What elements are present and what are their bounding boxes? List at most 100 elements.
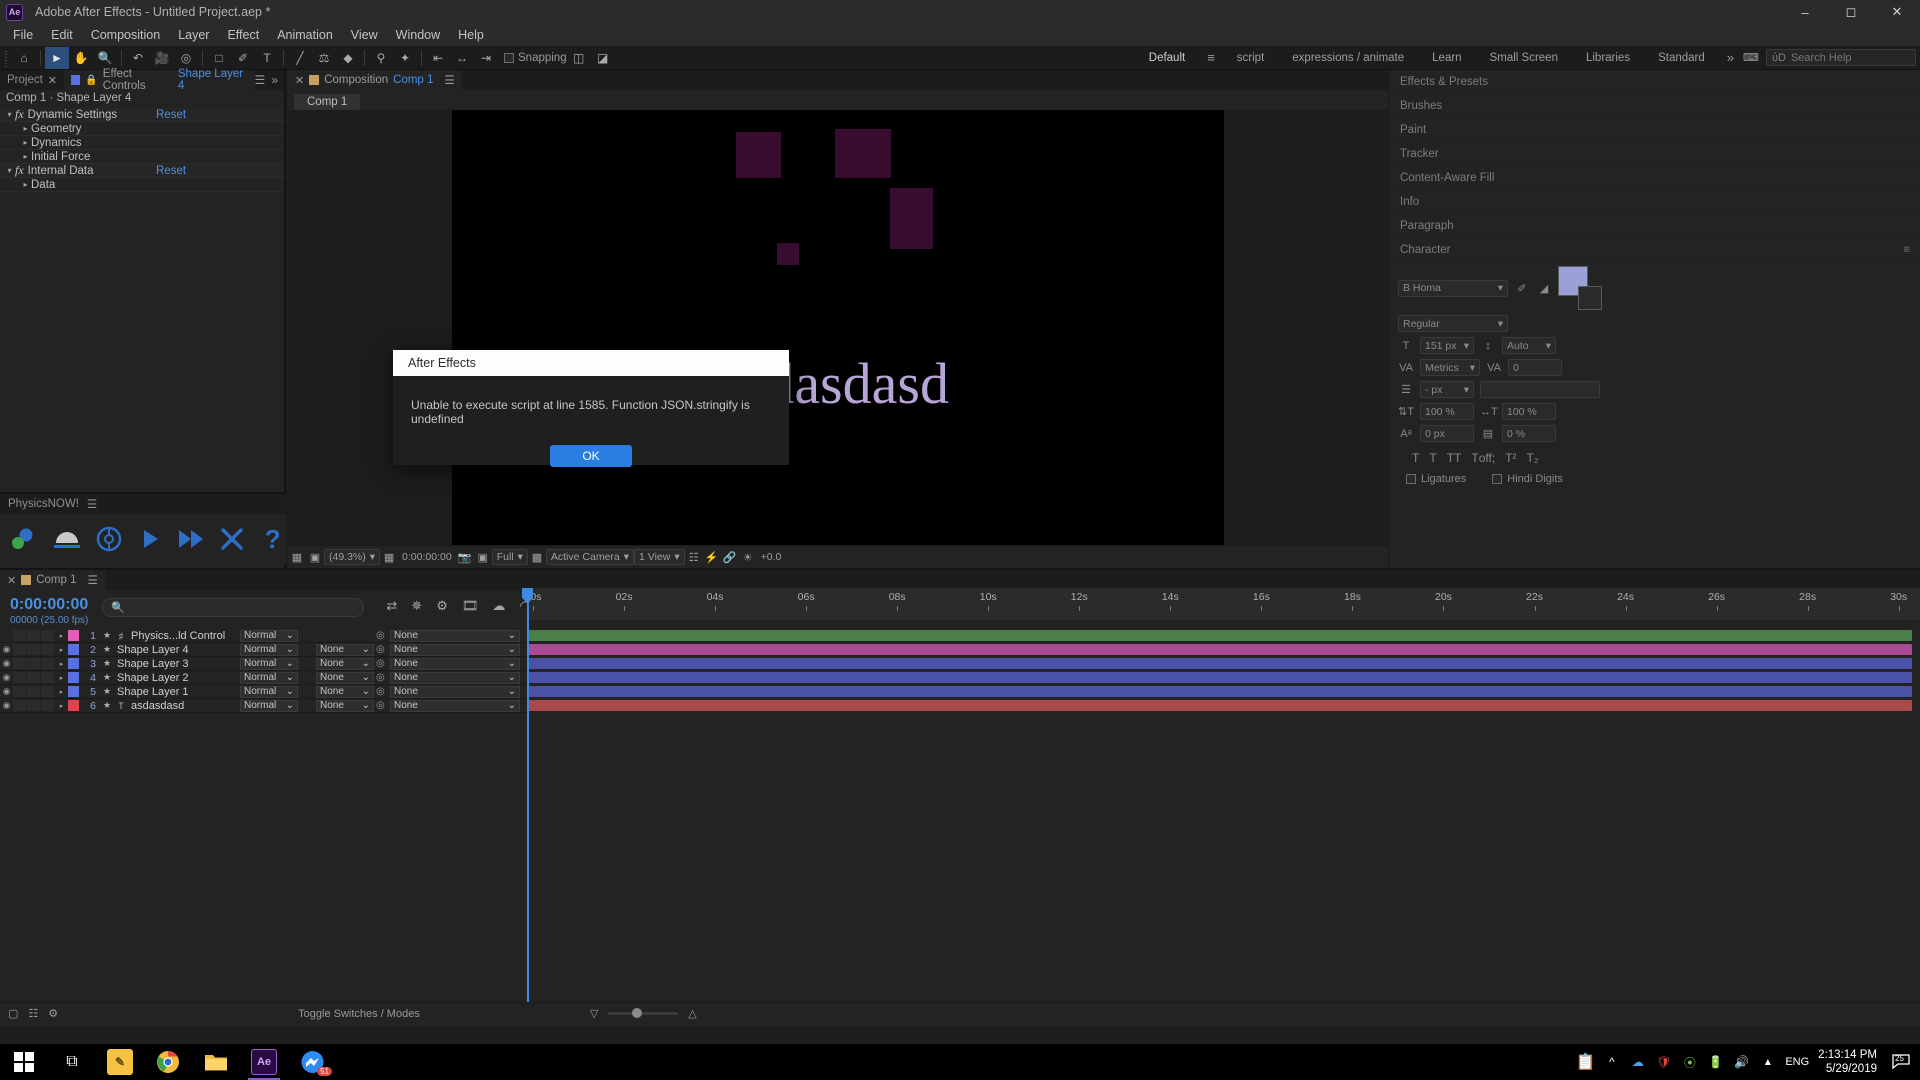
workspace-menu-icon[interactable]: ≡: [1199, 50, 1223, 65]
superscript-icon[interactable]: T²: [1505, 451, 1516, 465]
layer-name[interactable]: Shape Layer 2: [114, 672, 189, 684]
right-panel-info[interactable]: Info: [1390, 190, 1920, 214]
toggle-transparency-grid-icon[interactable]: ▦: [288, 548, 306, 566]
layer-parent-select[interactable]: None ⌄: [390, 686, 520, 698]
layer-duration-bar[interactable]: [527, 630, 1912, 641]
canvas-shape-layer[interactable]: [890, 188, 933, 249]
layer-mode-select[interactable]: Normal ⌄: [240, 700, 298, 712]
close-icon[interactable]: ✕: [295, 74, 304, 87]
table-row[interactable]: ◉ ▸ 6 ★ Tasdasdasd Normal ⌄ None ⌄ ◎ None ⌄: [0, 699, 527, 713]
chevron-down-icon[interactable]: ▾: [4, 110, 15, 119]
right-panel-effects-presets[interactable]: Effects & Presets: [1390, 70, 1920, 94]
font-size-field[interactable]: 151 px ▾: [1420, 337, 1474, 354]
right-panel-brushes[interactable]: Brushes: [1390, 94, 1920, 118]
timeline-link-icon[interactable]: 🔗: [721, 548, 739, 566]
table-row[interactable]: ◉ ▸ 4 ★ Shape Layer 2 Normal ⌄ None ⌄ ◎ None ⌄: [0, 671, 527, 685]
zoom-in-timeline-icon[interactable]: △: [688, 1007, 696, 1020]
layer-quality-icon[interactable]: ★: [100, 672, 114, 683]
parent-pickwhip-icon[interactable]: ◎: [376, 686, 385, 697]
timeline-time-display[interactable]: 0:00:00:00 00000 (25.00 fps): [0, 590, 88, 626]
shield-icon[interactable]: 🛡: [1655, 1054, 1672, 1071]
layer-name[interactable]: Physics...ld Control: [128, 630, 225, 642]
exposure-value[interactable]: +0.0: [757, 551, 786, 563]
layer-label-color[interactable]: [68, 686, 79, 697]
pixel-aspect-icon[interactable]: ☷: [685, 548, 703, 566]
chevron-right-icon[interactable]: ▸: [20, 138, 31, 147]
workspace-script[interactable]: script: [1223, 49, 1278, 67]
layer-mode-select[interactable]: Normal ⌄: [240, 658, 298, 670]
layer-mode-select[interactable]: Normal ⌄: [240, 644, 298, 656]
canvas-shape-layer[interactable]: [736, 132, 781, 178]
layer-audio-toggle[interactable]: [13, 658, 26, 669]
close-icon[interactable]: ✕: [48, 74, 57, 87]
right-panel-tracker[interactable]: Tracker: [1390, 142, 1920, 166]
grid-guides-icon[interactable]: ▦: [380, 548, 398, 566]
layer-visibility-icon[interactable]: ◉: [0, 644, 13, 655]
rotation-tool-icon[interactable]: ↶: [126, 47, 150, 69]
menu-item-file[interactable]: File: [4, 24, 42, 46]
layer-duration-bar[interactable]: [527, 700, 1912, 711]
zoom-level-select[interactable]: (49.3%) ▾: [324, 549, 380, 565]
comp-subtab-comp1[interactable]: Comp 1: [294, 94, 360, 110]
layer-visibility-icon[interactable]: ◉: [0, 658, 13, 669]
menu-item-composition[interactable]: Composition: [82, 24, 169, 46]
layer-visibility-icon[interactable]: ◉: [0, 686, 13, 697]
menu-item-effect[interactable]: Effect: [218, 24, 268, 46]
tab-effect-controls[interactable]: 🔒 Effect Controls Shape Layer 4: [64, 70, 255, 90]
eraser-tool-icon[interactable]: ◆: [336, 47, 360, 69]
right-panel-character[interactable]: Character ≡: [1390, 238, 1920, 262]
anchor-point-tool-icon[interactable]: ◎: [174, 47, 198, 69]
small-caps-icon[interactable]: Toff;: [1471, 451, 1495, 465]
workspace-default[interactable]: Default: [1135, 49, 1199, 67]
timeline-zoom-slider[interactable]: [608, 1012, 678, 1015]
layer-mode-select[interactable]: Normal ⌄: [240, 672, 298, 684]
leading-field[interactable]: Auto ▾: [1502, 337, 1556, 354]
composition-mini-flowchart-icon[interactable]: ⚙: [436, 598, 448, 614]
faux-italic-icon[interactable]: T: [1429, 451, 1436, 465]
layer-name[interactable]: Shape Layer 3: [114, 658, 189, 670]
wifi-icon[interactable]: ▲: [1759, 1054, 1776, 1071]
gear-icon[interactable]: [96, 524, 123, 554]
taskbar-clock[interactable]: 2:13:14 PM 5/29/2019: [1818, 1048, 1883, 1077]
font-family-select[interactable]: B Homa ▾: [1398, 280, 1508, 297]
tab-composition[interactable]: ✕ Composition Comp 1 ☰: [288, 70, 462, 90]
layer-duration-bar[interactable]: [527, 644, 1912, 655]
layer-lock-toggle[interactable]: [41, 686, 54, 697]
kerning-select[interactable]: Metrics ▾: [1420, 359, 1480, 376]
layer-quality-icon[interactable]: ★: [100, 658, 114, 669]
taskbar-app-chrome[interactable]: [144, 1044, 192, 1080]
clone-stamp-tool-icon[interactable]: ⚖: [312, 47, 336, 69]
layer-solo-toggle[interactable]: [27, 686, 40, 697]
layer-quality-icon[interactable]: ★: [100, 700, 114, 711]
eyedropper-icon[interactable]: ✐: [1514, 282, 1530, 295]
zoom-tool-icon[interactable]: 🔍: [93, 47, 117, 69]
layer-parent-select[interactable]: None ⌄: [390, 658, 520, 670]
effect-group-dynamic-settings[interactable]: ▾ fx Dynamic Settings Reset: [0, 108, 284, 122]
notification-center-icon[interactable]: 25: [1892, 1053, 1910, 1072]
show-snapshot-icon[interactable]: ▣: [474, 548, 492, 566]
layer-parent-select[interactable]: None ⌄: [390, 672, 520, 684]
timeline-search-field[interactable]: [130, 602, 355, 614]
parent-pickwhip-icon[interactable]: ◎: [376, 672, 385, 683]
pen-tool-icon[interactable]: ✐: [231, 47, 255, 69]
shy-layers-icon[interactable]: ☁: [492, 598, 505, 614]
taskbar-app-notes[interactable]: ✎: [96, 1044, 144, 1080]
layer-mode-select[interactable]: Normal ⌄: [240, 686, 298, 698]
parent-pickwhip-icon[interactable]: ◎: [376, 630, 385, 641]
layer-duration-bar[interactable]: [527, 672, 1912, 683]
chevron-right-icon[interactable]: ▸: [55, 688, 68, 696]
tsume-field[interactable]: 0 %: [1502, 425, 1556, 442]
close-button[interactable]: ✕: [1874, 0, 1920, 24]
layer-audio-toggle[interactable]: [13, 644, 26, 655]
spheres-icon[interactable]: [10, 524, 38, 554]
layer-audio-toggle[interactable]: [13, 672, 26, 683]
layer-duration-bar[interactable]: [527, 686, 1912, 697]
chevron-right-icon[interactable]: ▸: [55, 646, 68, 654]
taskbar-app-after-effects[interactable]: Ae: [240, 1044, 288, 1080]
effect-reset-link[interactable]: Reset: [156, 165, 186, 177]
align-left-icon[interactable]: ⇤: [426, 47, 450, 69]
parent-pickwhip-icon[interactable]: ◎: [376, 700, 385, 711]
minimize-button[interactable]: –: [1782, 0, 1828, 24]
workspace-overflow-icon[interactable]: »: [1719, 50, 1742, 65]
panel-menu-icon[interactable]: ☰: [87, 497, 97, 511]
